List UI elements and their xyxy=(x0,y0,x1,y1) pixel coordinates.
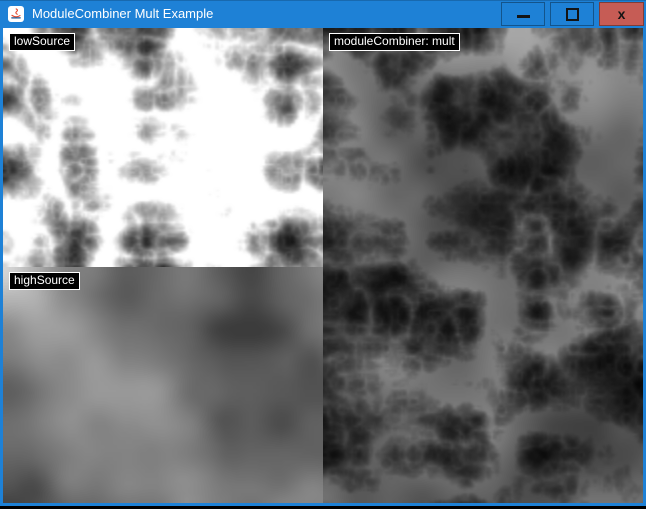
noise-image-modulecombiner-mult xyxy=(323,28,643,503)
minimize-button[interactable] xyxy=(501,2,545,26)
noise-image-highsource xyxy=(3,267,323,503)
panel-label: moduleCombiner: mult xyxy=(329,33,460,51)
java-coffee-cup-icon xyxy=(8,6,24,22)
panel-label: highSource xyxy=(9,272,80,290)
noise-image-lowsource xyxy=(3,28,323,267)
panel-label: lowSource xyxy=(9,33,75,51)
minimize-icon xyxy=(517,15,530,18)
close-icon: x xyxy=(618,7,626,21)
noise-panel-modulecombiner-mult: moduleCombiner: mult xyxy=(323,28,643,503)
maximize-button[interactable] xyxy=(550,2,594,26)
app-window: ModuleCombiner Mult Example x lowSource … xyxy=(0,0,646,506)
close-button[interactable]: x xyxy=(599,2,644,26)
maximize-icon xyxy=(566,8,579,21)
window-title: ModuleCombiner Mult Example xyxy=(32,0,213,28)
window-titlebar[interactable]: ModuleCombiner Mult Example x xyxy=(0,0,646,28)
window-controls: x xyxy=(501,2,644,26)
content-area: lowSource highSource moduleCombiner: mul… xyxy=(3,28,643,503)
noise-panel-highsource: highSource xyxy=(3,267,323,503)
noise-panel-lowsource: lowSource xyxy=(3,28,323,267)
